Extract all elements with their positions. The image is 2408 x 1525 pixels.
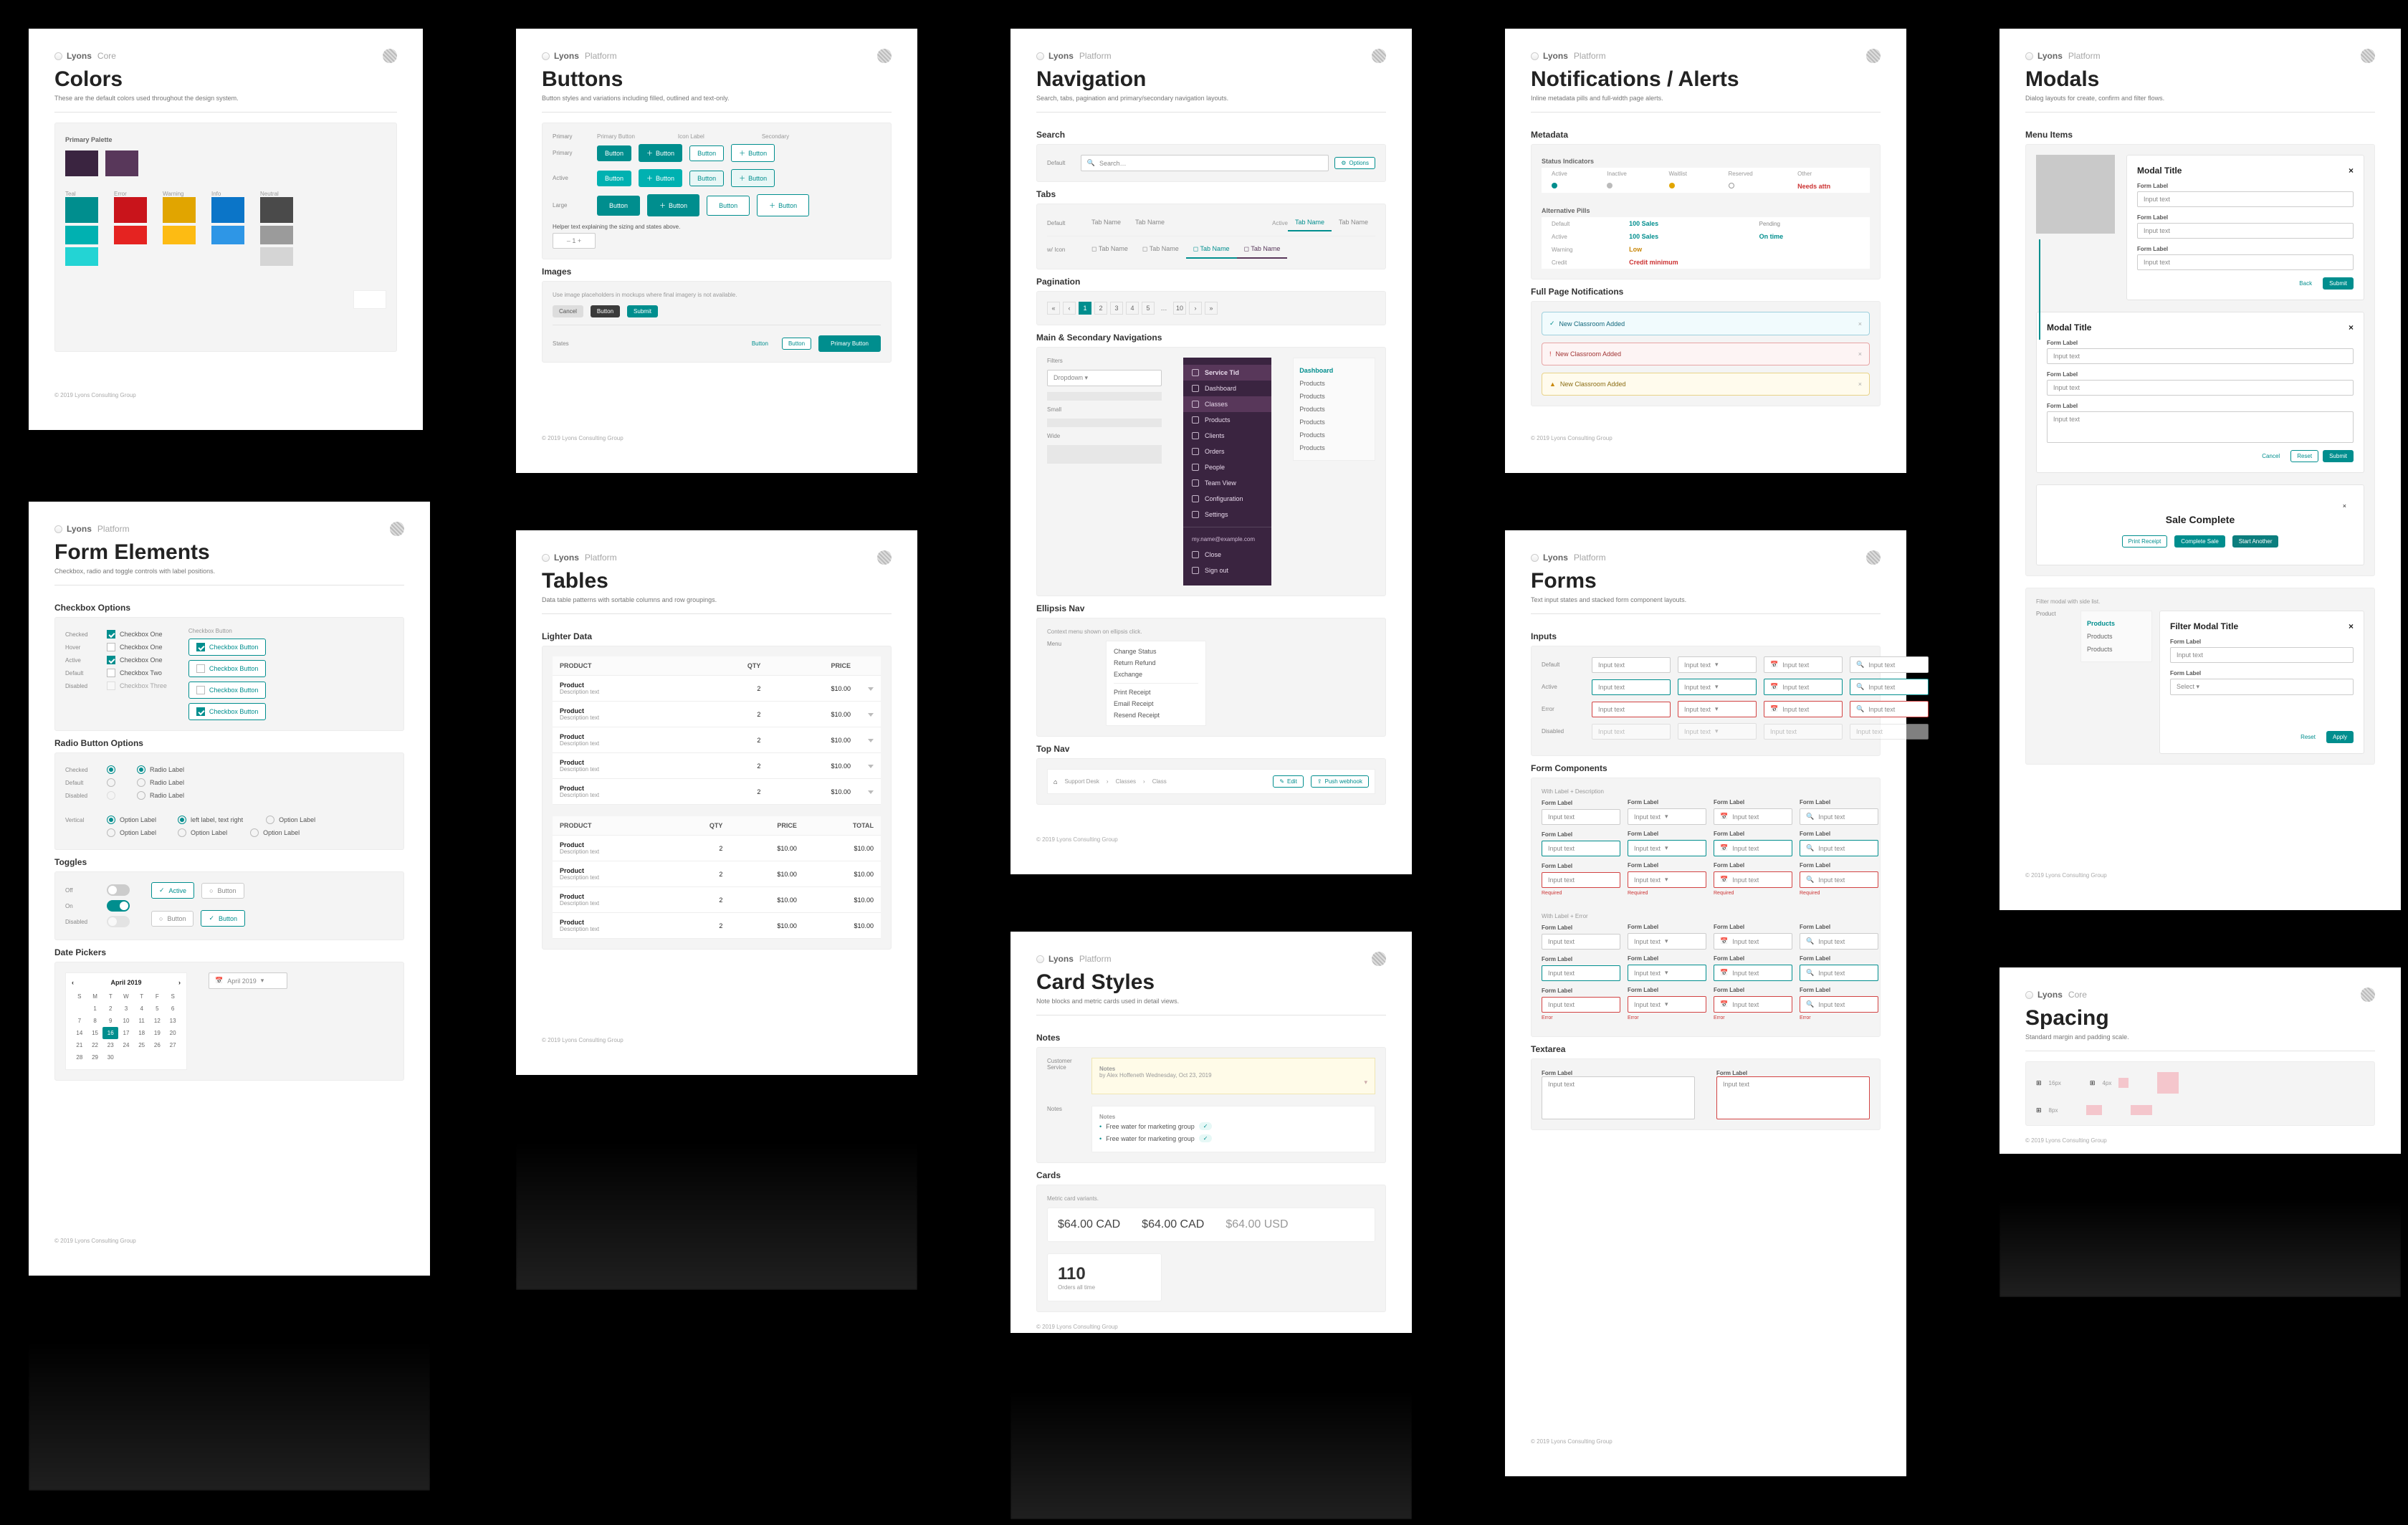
primary-button[interactable]: Button bbox=[597, 145, 631, 161]
calendar-icon: 📅 bbox=[215, 977, 223, 985]
sidebar-item[interactable]: Dashboard bbox=[1183, 381, 1271, 396]
page-forms: LyonsPlatform FormsText input states and… bbox=[1505, 530, 1906, 1476]
check-icon: ✓ bbox=[1549, 320, 1555, 328]
modal-confirm: × Sale Complete Print Receipt Complete S… bbox=[2036, 484, 2364, 565]
primary-action-button[interactable]: Primary Button bbox=[818, 335, 881, 352]
check-icon: ✓ bbox=[159, 886, 165, 894]
close-icon bbox=[1192, 551, 1199, 558]
icon-button[interactable]: ＋Button bbox=[639, 144, 682, 162]
secondary-button[interactable]: Button bbox=[689, 145, 724, 161]
image-placeholder bbox=[2036, 155, 2115, 234]
modal-filter: Filter Modal Title× Form LabelInput text… bbox=[2159, 611, 2364, 754]
page-modals: LyonsPlatform ModalsDialog layouts for c… bbox=[2000, 29, 2401, 910]
warning-icon: ! bbox=[1549, 350, 1552, 358]
page-title: Colors bbox=[54, 67, 397, 92]
pencil-icon: ✎ bbox=[1279, 778, 1284, 785]
pagination: « ‹ 1 2 3 4 5 … 10 › » bbox=[1047, 302, 1375, 315]
search-icon: 🔍 bbox=[1087, 159, 1095, 167]
cancel-button[interactable]: Cancel bbox=[553, 305, 583, 317]
page-spacing: LyonsCore SpacingStandard margin and pad… bbox=[2000, 967, 2401, 1154]
textarea[interactable]: Input text bbox=[1542, 1076, 1695, 1119]
avatar[interactable] bbox=[383, 49, 397, 63]
secondary-nav: Dashboard Products Products Products Pro… bbox=[1293, 358, 1375, 461]
side-nav: Service Tid Dashboard Classes Products C… bbox=[1183, 358, 1271, 585]
page-cards: LyonsPlatform Card StylesNote blocks and… bbox=[1010, 932, 1412, 1333]
tab[interactable]: Tab Name bbox=[1084, 214, 1128, 231]
chevron-left-icon[interactable]: ‹ bbox=[72, 979, 74, 986]
filter-icon: ⚙ bbox=[1341, 160, 1346, 166]
grid-icon bbox=[1192, 369, 1199, 376]
date-input[interactable]: 📅April 2019 ▾ bbox=[209, 972, 287, 989]
alert-warning: ▲New Classroom Added× bbox=[1542, 373, 1870, 396]
checkbox-button[interactable]: Checkbox Button bbox=[188, 639, 267, 656]
text-input[interactable]: Input text bbox=[1592, 657, 1671, 673]
page-colors: LyonsCore Colors These are the default c… bbox=[29, 29, 423, 430]
chevron-down-icon bbox=[868, 687, 874, 691]
submit-button[interactable]: Submit bbox=[627, 305, 658, 317]
table-row[interactable]: ProductDescription text2$10.00 bbox=[553, 676, 881, 702]
modal-form-large: Modal Title× Form LabelInput text Form L… bbox=[2036, 312, 2364, 473]
date-picker[interactable]: ‹April 2019› SMTWTFS 123456 78910111213 … bbox=[65, 972, 187, 1070]
signout-icon bbox=[1192, 567, 1199, 574]
checkbox[interactable] bbox=[107, 630, 115, 639]
apply-button[interactable]: Apply bbox=[2326, 731, 2354, 743]
page-navigation: LyonsPlatform NavigationSearch, tabs, pa… bbox=[1010, 29, 1412, 874]
chevron-down-icon: ▾ bbox=[1364, 1079, 1367, 1086]
alert-error: !New Classroom Added× bbox=[1542, 343, 1870, 365]
close-icon[interactable]: × bbox=[2349, 166, 2354, 176]
note-block: Notes by Alex Hoffeneth Wednesday, Oct 2… bbox=[1091, 1058, 1375, 1094]
alert-info: ✓New Classroom Added× bbox=[1542, 312, 1870, 335]
search-input[interactable]: 🔍Search… bbox=[1081, 155, 1329, 171]
search-icon: 🔍 bbox=[1856, 661, 1864, 669]
chevron-down-icon: ▾ bbox=[1715, 661, 1719, 669]
edit-button[interactable]: ✎Edit bbox=[1273, 775, 1304, 788]
margin-icon: ⊞ bbox=[2036, 1079, 2042, 1087]
tab-icon: ◻ bbox=[1091, 245, 1096, 252]
calendar-icon: 📅 bbox=[1770, 661, 1778, 669]
close-icon[interactable]: × bbox=[1858, 320, 1862, 328]
page-alerts: LyonsPlatform Notifications / AlertsInli… bbox=[1505, 29, 1906, 473]
close-icon[interactable]: × bbox=[2343, 502, 2346, 510]
data-table: PRODUCTQTYPRICE ProductDescription text2… bbox=[553, 656, 881, 805]
sidenav-header: Service Tid bbox=[1183, 365, 1271, 381]
modal-form: Modal Title× Form LabelInput text Form L… bbox=[2126, 155, 2364, 300]
radio[interactable] bbox=[107, 765, 115, 774]
page-form-elements: LyonsPlatform Form ElementsCheckbox, rad… bbox=[29, 502, 430, 1276]
home-icon[interactable]: ⌂ bbox=[1054, 778, 1057, 785]
chevron-right-icon[interactable]: › bbox=[178, 979, 181, 986]
page-tables: LyonsPlatform TablesData table patterns … bbox=[516, 530, 917, 1075]
toggle[interactable] bbox=[107, 884, 130, 896]
page-buttons: LyonsPlatform Buttons Button styles and … bbox=[516, 29, 917, 473]
submit-button[interactable]: Submit bbox=[2323, 277, 2354, 290]
plus-icon: ＋ bbox=[646, 148, 653, 158]
brand: LyonsCore bbox=[54, 51, 116, 61]
